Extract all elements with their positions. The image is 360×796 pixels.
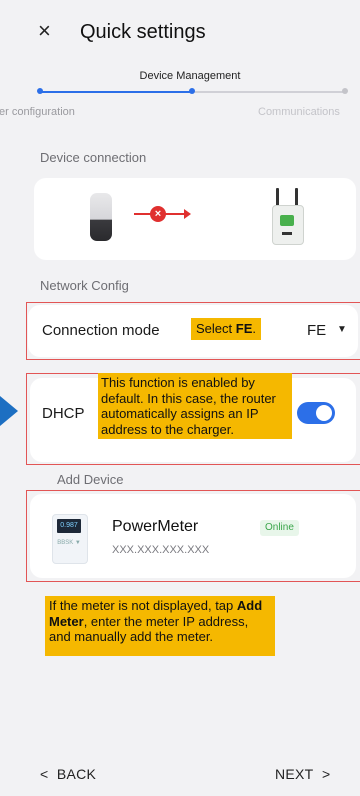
device-ip: XXX.XXX.XXX.XXX [112, 544, 210, 556]
charger-icon [90, 193, 112, 241]
power-meter-screen-icon: 0.987 [57, 519, 81, 533]
page-title: Quick settings [80, 21, 206, 43]
step-label-device-management: Device Management [139, 70, 241, 82]
next-button[interactable]: NEXT > [275, 766, 330, 782]
step-label-next: Communications [258, 106, 340, 118]
add-meter-callout: If the meter is not displayed, tap Add M… [45, 596, 275, 656]
step-dot-done [37, 88, 43, 94]
next-label: NEXT [275, 766, 314, 782]
power-meter-label-icon: BBSK ▼ [57, 540, 81, 546]
step-label-previous: ter configuration [0, 106, 75, 118]
connection-mode-value[interactable]: FE [307, 322, 326, 339]
add-device-label: Add Device [57, 472, 124, 487]
dhcp-label: DHCP [42, 405, 85, 422]
router-port-icon [282, 232, 292, 235]
step-dot-current [189, 88, 195, 94]
router-antenna-right [295, 188, 298, 206]
select-fe-callout: Select FE. [191, 318, 261, 340]
device-connection-label: Device connection [40, 150, 147, 165]
dhcp-callout: This function is enabled by default. In … [98, 373, 292, 439]
disconnected-icon: × [150, 206, 166, 222]
step-dot-next [342, 88, 348, 94]
connection-mode-label: Connection mode [42, 322, 160, 339]
pointer-arrow-icon [0, 396, 18, 426]
device-name: PowerMeter [112, 518, 199, 535]
router-screen-icon [280, 215, 294, 226]
back-label: BACK [56, 766, 97, 782]
chevron-right-icon: > [321, 766, 331, 782]
device-connection-card [34, 178, 356, 260]
close-icon[interactable]: × [38, 20, 56, 42]
dhcp-toggle[interactable] [297, 402, 335, 424]
network-config-label: Network Config [40, 278, 129, 293]
status-badge: Online [260, 520, 299, 536]
chevron-left-icon: < [40, 766, 49, 782]
dropdown-icon[interactable]: ▼ [337, 324, 347, 335]
connection-arrow-icon [184, 209, 191, 219]
router-antenna-left [276, 188, 279, 206]
back-button[interactable]: < BACK [40, 766, 96, 782]
